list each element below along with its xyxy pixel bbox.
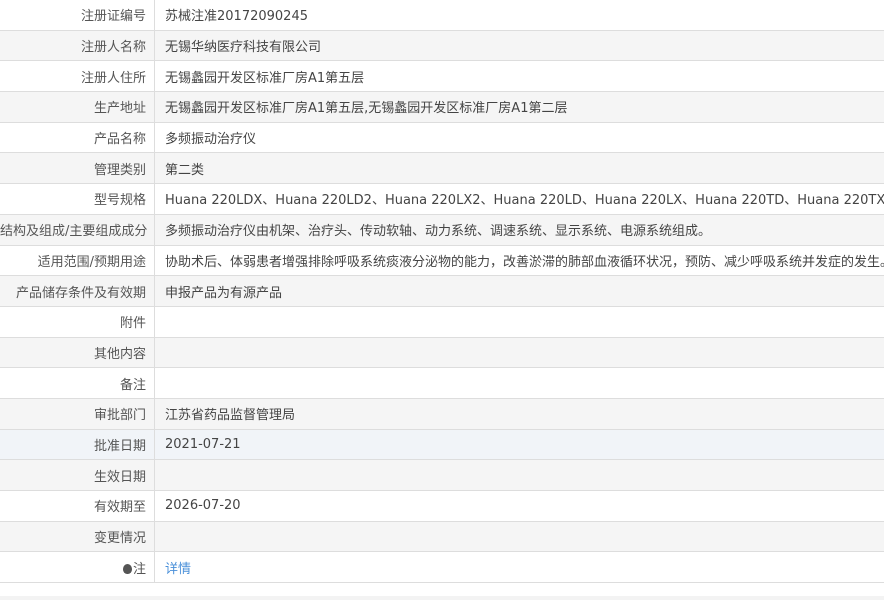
field-label: 注册人名称	[0, 30, 155, 62]
footer-strip	[0, 596, 884, 600]
table-row: 有效期至 2026-07-20	[0, 490, 884, 522]
field-label: 审批部门	[0, 398, 155, 430]
field-value	[154, 521, 884, 553]
field-label: 变更情况	[0, 521, 155, 553]
field-value: 无锡蠡园开发区标准厂房A1第五层	[154, 60, 884, 93]
lightbulb-icon	[122, 563, 132, 574]
table-row: 产品名称 多频振动治疗仪	[0, 122, 884, 154]
table-row: 型号规格 Huana 220LDX、Huana 220LD2、Huana 220L…	[0, 183, 884, 215]
field-label: 其他内容	[0, 337, 155, 369]
field-value: 无锡华纳医疗科技有限公司	[154, 30, 884, 62]
table-row: 注册人住所 无锡蠡园开发区标准厂房A1第五层	[0, 60, 884, 93]
field-value: 多频振动治疗仪由机架、治疗头、传动软轴、动力系统、调速系统、显示系统、电源系统组…	[154, 214, 884, 246]
table-row: 审批部门 江苏省药品监督管理局	[0, 398, 884, 430]
table-row: 变更情况	[0, 521, 884, 553]
table-row: 生产地址 无锡蠡园开发区标准厂房A1第五层,无锡蠡园开发区标准厂房A1第二层	[0, 91, 884, 123]
table-row: 结构及组成/主要组成成分 多频振动治疗仪由机架、治疗头、传动软轴、动力系统、调速系…	[0, 214, 884, 246]
note-label-text: 注	[132, 561, 146, 577]
table-row: 注册人名称 无锡华纳医疗科技有限公司	[0, 30, 884, 62]
field-value: 2026-07-20	[154, 490, 884, 522]
field-value	[154, 459, 884, 491]
field-value: Huana 220LDX、Huana 220LD2、Huana 220LX2、H…	[154, 183, 884, 215]
field-label: 批准日期	[0, 429, 155, 461]
field-label: 注册证编号	[0, 0, 155, 31]
table-row: 生效日期	[0, 459, 884, 491]
field-label: 生产地址	[0, 91, 155, 123]
field-value: 第二类	[154, 152, 884, 185]
field-label: 附件	[0, 306, 155, 338]
field-value: 申报产品为有源产品	[154, 275, 884, 307]
field-value: 无锡蠡园开发区标准厂房A1第五层,无锡蠡园开发区标准厂房A1第二层	[154, 91, 884, 123]
field-label: 产品储存条件及有效期	[0, 275, 155, 307]
table-row: 适用范围/预期用途 协助术后、体弱患者增强排除呼吸系统痰液分泌物的能力，改善淤滞的…	[0, 245, 884, 277]
table-row: 管理类别 第二类	[0, 152, 884, 185]
field-label: 产品名称	[0, 122, 155, 154]
table-row: 备注	[0, 367, 884, 399]
field-value: 协助术后、体弱患者增强排除呼吸系统痰液分泌物的能力，改善淤滞的肺部血液循环状况，…	[154, 245, 884, 277]
table-row: 产品储存条件及有效期 申报产品为有源产品	[0, 275, 884, 307]
field-label: 结构及组成/主要组成成分	[0, 214, 155, 246]
details-link[interactable]: 详情	[165, 562, 191, 577]
field-value	[154, 306, 884, 338]
field-label: 适用范围/预期用途	[0, 245, 155, 277]
field-value: 江苏省药品监督管理局	[154, 398, 884, 430]
table-row: 注 详情	[0, 551, 884, 584]
field-label: 备注	[0, 367, 155, 399]
table-row: 批准日期 2021-07-21	[0, 429, 884, 461]
field-value: 多频振动治疗仪	[154, 122, 884, 154]
registration-info-table: 注册证编号 苏械注准20172090245 注册人名称 无锡华纳医疗科技有限公司 注册人…	[0, 0, 884, 584]
field-value	[154, 367, 884, 399]
field-label: 生效日期	[0, 459, 155, 491]
table-row: 注册证编号 苏械注准20172090245	[0, 0, 884, 31]
table-row: 其他内容	[0, 337, 884, 369]
field-label: 型号规格	[0, 183, 155, 215]
field-label: 管理类别	[0, 152, 155, 185]
field-label: 注册人住所	[0, 60, 155, 93]
field-label: 有效期至	[0, 490, 155, 522]
field-value	[154, 337, 884, 369]
field-value: 2021-07-21	[154, 429, 884, 461]
note-label: 注	[0, 551, 155, 584]
table-row: 附件	[0, 306, 884, 338]
field-value: 苏械注准20172090245	[154, 0, 884, 31]
